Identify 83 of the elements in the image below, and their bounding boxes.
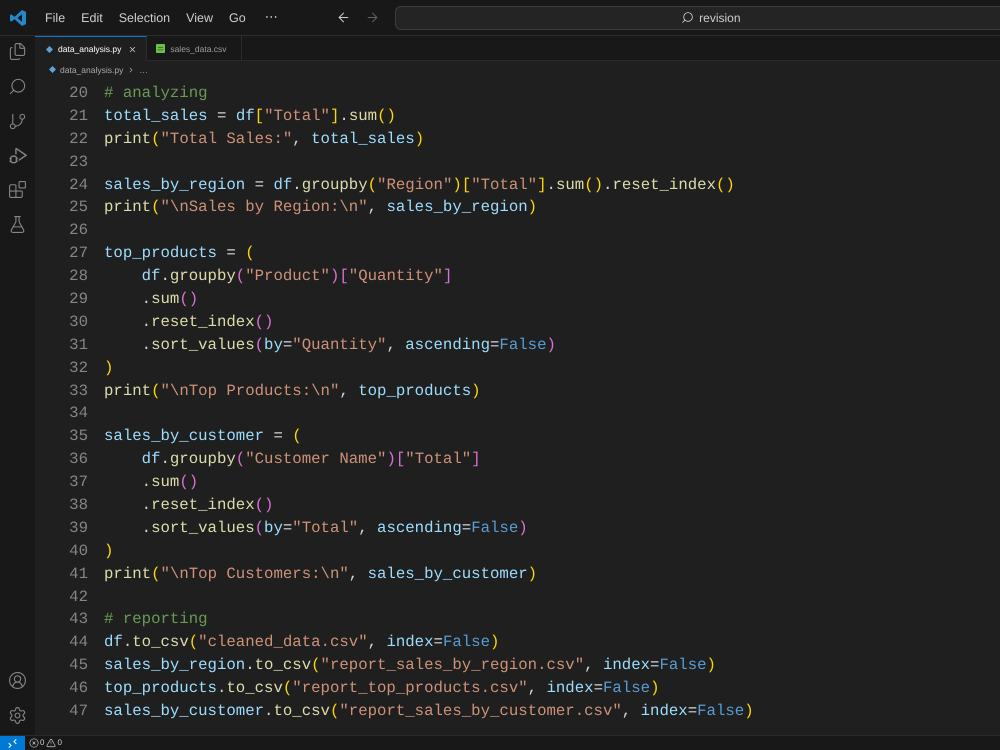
line-number: 23 [69,152,88,171]
line-number: 36 [69,450,88,468]
line-number: 42 [69,588,88,606]
code-line: sales_by_region = df.groupby("Region")["Total"].sum().reset_index() [104,176,735,194]
line-number: 40 [69,542,88,560]
code-line: .sort_values(by="Quantity", ascending=False) [142,336,556,354]
play-bug-icon[interactable] [8,147,26,164]
code-line: top_products = ( [104,244,255,262]
line-number: 21 [69,106,88,125]
code-line: df.groupby("Customer Name")["Total"] [142,450,481,468]
code-line: .sort_values(by="Total", ascending=False) [142,518,528,537]
line-number: 25 [69,198,88,216]
code-line: df.to_csv("cleaned_data.csv", index=False) [104,633,500,652]
code-line: # analyzing [104,84,208,102]
flask-icon[interactable] [8,215,27,234]
files-icon[interactable] [8,42,27,61]
line-number: 32 [69,358,88,377]
line-number: 47 [69,702,88,720]
code-line: print("\nTop Customers:\n", sales_by_customer) [104,564,538,583]
line-number: 37 [69,473,88,492]
code-line: .sum() [142,473,198,492]
code-line: sales_by_region.to_csv("report_sales_by_region.csv", index=False) [104,656,716,674]
line-number: 35 [69,427,88,446]
command-center-search[interactable]: revision [394,6,1000,30]
breadcrumb-item[interactable]: … [139,64,148,76]
line-number: 43 [69,610,88,628]
search-icon [681,11,694,24]
line-number: 27 [69,244,88,262]
warnings-button[interactable]: 0 [46,738,62,748]
editor-tab[interactable]: data_analysis.py [35,36,148,61]
close-icon[interactable] [128,44,138,54]
more-menu-button[interactable]: ⋯ [264,10,278,26]
error-icon [29,738,39,748]
code-line: sales_by_customer.to_csv("report_sales_by_customer.csv", index=False) [104,702,754,720]
account-icon[interactable] [8,671,27,690]
line-number: 41 [69,564,88,583]
remote-icon [8,738,17,748]
line-number: 20 [69,84,88,102]
line-number: 45 [69,656,88,674]
line-number: 46 [69,679,88,698]
line-number: 28 [69,267,88,286]
search-icon[interactable] [8,77,27,96]
code-line: .reset_index() [142,496,274,514]
line-number: 39 [69,518,88,537]
diamond-icon [46,46,53,52]
code-line: # reporting [104,610,208,628]
editor-tab[interactable]: sales_data.csv [147,36,242,61]
code-line: ) [104,358,114,377]
code-line: sales_by_customer = ( [104,427,302,446]
settings-icon[interactable] [8,706,27,725]
menu-item[interactable]: Selection [118,10,170,26]
line-number: 24 [69,176,88,194]
line-number: 34 [69,404,88,422]
menu-item[interactable]: View [186,10,214,26]
warning-icon [46,738,56,748]
branch-icon[interactable] [8,112,27,131]
line-number: 38 [69,496,88,514]
menu-item[interactable]: Edit [81,10,103,26]
spreadsheet-icon [156,44,166,53]
code-line: .reset_index() [142,312,274,331]
blocks-icon[interactable] [8,180,27,199]
code-line: df.groupby("Product")["Quantity"] [142,267,452,286]
line-number: 22 [69,130,88,148]
diamond-icon [49,66,56,73]
code-line: print("Total Sales:", total_sales) [104,130,424,148]
menu-item[interactable]: Go [229,10,246,26]
logo-icon [10,10,26,26]
code-line: .sum() [142,290,198,308]
line-number: 29 [69,290,88,308]
line-number: 31 [69,336,88,354]
remote-button[interactable] [0,736,25,750]
line-number: 33 [69,382,88,400]
code-line: top_products.to_csv("report_top_products.csv", index=False) [104,679,660,698]
menu-item[interactable]: File [45,10,66,26]
line-number: 30 [69,312,88,331]
line-number: 44 [69,633,88,652]
errors-button[interactable]: 0 [29,738,44,748]
line-number: 26 [69,221,88,240]
code-line: print("\nTop Products:\n", top_products) [104,382,481,400]
code-line: total_sales = df["Total"].sum() [104,106,396,125]
code-line: print("\nSales by Region:\n", sales_by_region) [104,198,538,216]
breadcrumb-item[interactable]: data_analysis.py [60,64,124,76]
code-line: ) [104,542,114,560]
